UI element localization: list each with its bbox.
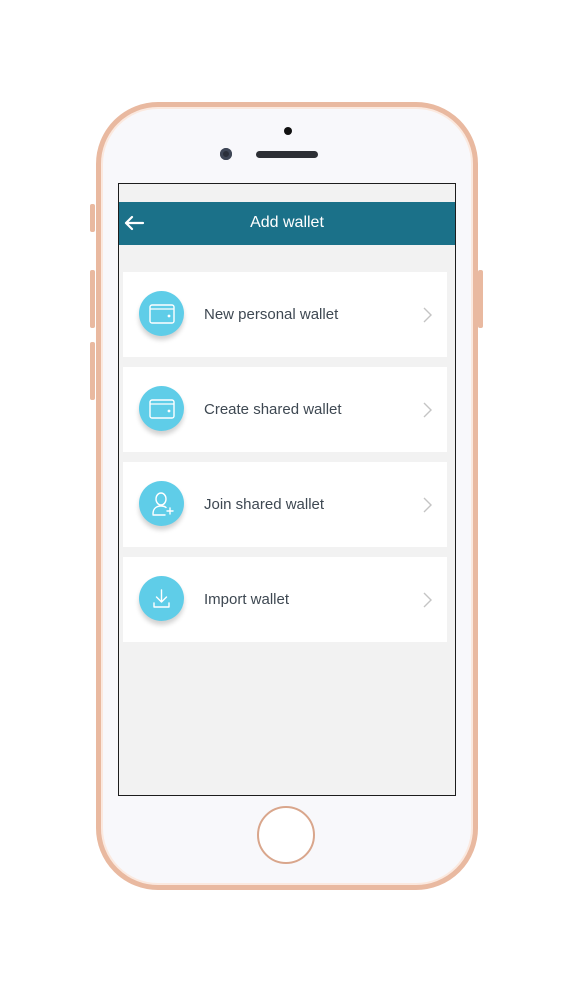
list-item-import-wallet[interactable]: Import wallet: [123, 557, 447, 642]
download-icon: [139, 576, 184, 621]
wallet-options-list: New personal wallet Create shared wallet: [123, 272, 447, 652]
app-header: Add wallet: [119, 202, 455, 245]
list-item-join-shared-wallet[interactable]: Join shared wallet: [123, 462, 447, 547]
list-item-label: Join shared wallet: [204, 496, 325, 513]
phone-power-button: [478, 270, 483, 328]
wallet-icon: [139, 386, 184, 431]
wallet-icon: [139, 291, 184, 336]
list-item-label: New personal wallet: [204, 306, 339, 323]
list-item-create-shared-wallet[interactable]: Create shared wallet: [123, 367, 447, 452]
phone-camera: [220, 148, 232, 160]
phone-sensor: [284, 127, 292, 135]
status-bar: [119, 184, 455, 202]
phone-volume-down-button: [90, 342, 95, 400]
chevron-right-icon: [423, 402, 432, 418]
page-title: Add wallet: [250, 214, 324, 231]
phone-speaker: [256, 151, 318, 158]
list-item-label: Create shared wallet: [204, 401, 342, 418]
list-item-new-personal-wallet[interactable]: New personal wallet: [123, 272, 447, 357]
list-item-label: Import wallet: [204, 591, 290, 608]
chevron-right-icon: [423, 592, 432, 608]
phone-home-button[interactable]: [257, 806, 315, 864]
phone-volume-up-button: [90, 270, 95, 328]
chevron-right-icon: [423, 307, 432, 323]
app-screen: Add wallet New personal wallet Create sh…: [118, 183, 456, 796]
chevron-right-icon: [423, 497, 432, 513]
add-user-icon: [139, 481, 184, 526]
phone-mute-switch: [90, 204, 95, 232]
